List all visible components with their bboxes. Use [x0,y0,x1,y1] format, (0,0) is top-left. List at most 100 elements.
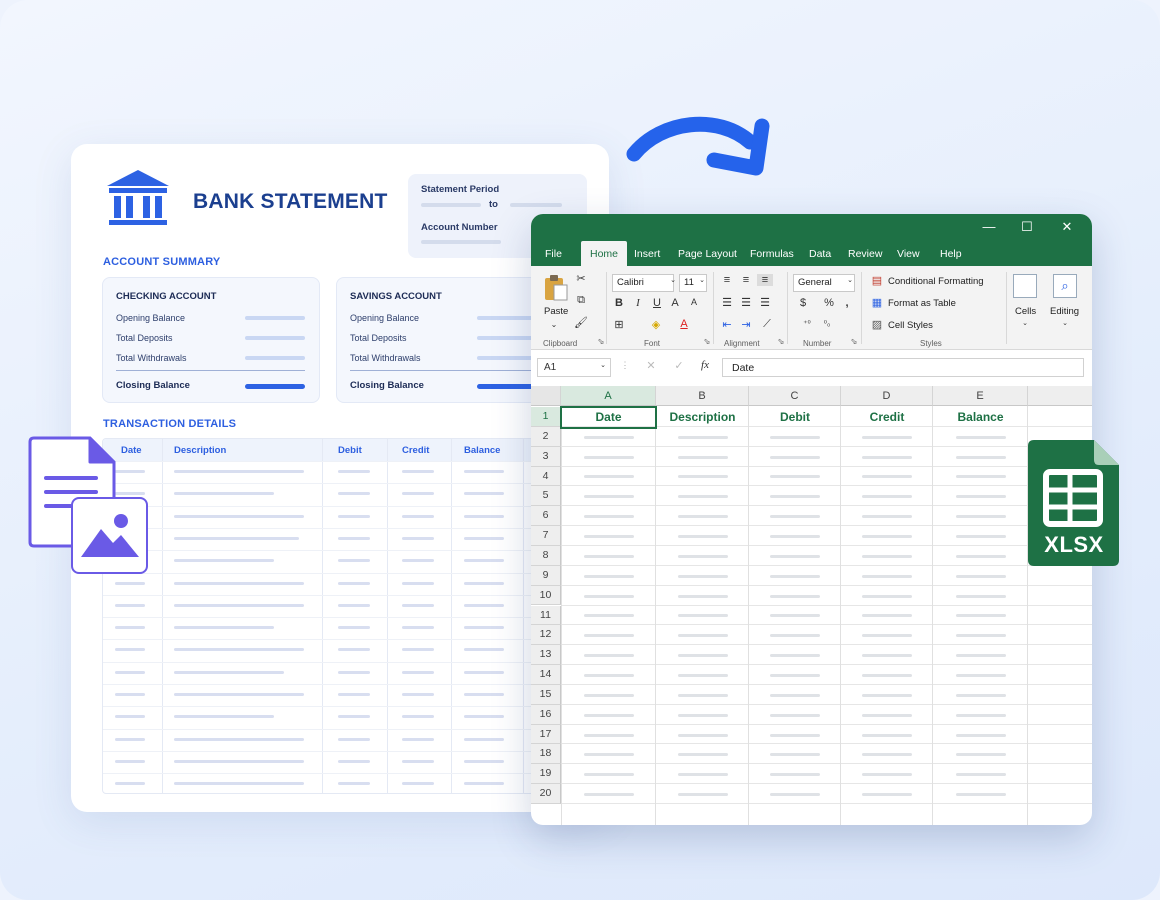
cell-placeholder[interactable] [677,673,728,677]
cell-placeholder[interactable] [955,554,1006,558]
row-header[interactable]: 1 [531,407,561,427]
cell-placeholder[interactable] [583,733,634,737]
tab-page-layout[interactable]: Page Layout [678,248,737,260]
row-header[interactable]: 11 [531,605,561,626]
cell-placeholder[interactable] [583,773,634,777]
cell-placeholder[interactable] [770,654,820,658]
comma-icon[interactable]: , [839,297,855,309]
cell-placeholder[interactable] [583,614,634,618]
decrease-indent-icon[interactable]: ⇤ [719,318,735,331]
column-header-c[interactable]: C [749,386,841,406]
cell-placeholder[interactable] [862,535,912,539]
format-painter-icon[interactable]: 🖌 [573,316,589,329]
cell-placeholder[interactable] [770,793,820,797]
cell-placeholder[interactable] [955,753,1006,757]
row-header[interactable]: 14 [531,665,561,685]
cell-placeholder[interactable] [770,614,820,618]
decrease-decimal-icon[interactable]: ⁰₀ [819,319,835,328]
cell-placeholder[interactable] [770,773,820,777]
row-header[interactable]: 7 [531,526,561,546]
align-middle-icon[interactable]: ≡ [738,274,754,286]
tab-home[interactable]: Home [581,241,628,266]
cell-e1[interactable]: Balance [933,407,1028,427]
cell-placeholder[interactable] [955,673,1006,677]
cell-placeholder[interactable] [862,733,912,737]
column-header-d[interactable]: D [841,386,933,406]
insert-function-icon[interactable]: fx [697,359,713,371]
cell-placeholder[interactable] [770,673,820,677]
cell-placeholder[interactable] [677,455,728,459]
cell-placeholder[interactable] [862,634,912,638]
number-launcher-icon[interactable]: ⬂ [846,337,862,346]
cell-placeholder[interactable] [862,475,912,479]
copy-icon[interactable]: ⧉ [573,294,589,307]
align-center-icon[interactable]: ☰ [738,296,754,309]
cell-placeholder[interactable] [955,793,1006,797]
shrink-font-icon[interactable]: A [686,297,702,307]
cell-placeholder[interactable] [677,435,728,439]
cell-placeholder[interactable] [770,515,820,519]
cell-placeholder[interactable] [955,515,1006,519]
cell-placeholder[interactable] [955,495,1006,499]
cell-placeholder[interactable] [677,693,728,697]
row-header[interactable]: 9 [531,565,561,586]
paste-button-label[interactable]: Paste [544,306,568,317]
cell-placeholder[interactable] [677,733,728,737]
cell-placeholder[interactable] [583,475,634,479]
italic-icon[interactable]: I [630,297,646,309]
column-header-f[interactable] [1028,386,1092,406]
cell-placeholder[interactable] [955,693,1006,697]
paste-dropdown-icon[interactable]: ⌄ [546,320,562,329]
cell-placeholder[interactable] [955,475,1006,479]
cell-placeholder[interactable] [955,435,1006,439]
cell-placeholder[interactable] [677,594,728,598]
cell-placeholder[interactable] [583,515,634,519]
cell-placeholder[interactable] [583,654,634,658]
cell-placeholder[interactable] [955,455,1006,459]
cell-placeholder[interactable] [862,713,912,717]
cell-placeholder[interactable] [677,515,728,519]
cell-placeholder[interactable] [677,574,728,578]
row-header[interactable]: 3 [531,446,561,467]
cell-placeholder[interactable] [862,654,912,658]
cell-placeholder[interactable] [583,693,634,697]
cell-placeholder[interactable] [862,554,912,558]
cell-placeholder[interactable] [583,435,634,439]
cell-placeholder[interactable] [770,634,820,638]
grow-font-icon[interactable]: A [667,297,683,309]
cell-placeholder[interactable] [583,455,634,459]
percent-icon[interactable]: % [821,297,837,309]
editing-dropdown-icon[interactable]: ⌄ [1057,319,1073,327]
column-header-a[interactable]: A [561,386,656,406]
cell-placeholder[interactable] [677,495,728,499]
search-icon[interactable]: ⌕ [1053,274,1077,298]
align-top-icon[interactable]: ≡ [719,274,735,286]
cell-placeholder[interactable] [955,574,1006,578]
cell-placeholder[interactable] [583,535,634,539]
cell-placeholder[interactable] [583,793,634,797]
cell-placeholder[interactable] [583,713,634,717]
format-as-table-icon[interactable]: ▦ [869,296,885,309]
confirm-entry-icon[interactable]: ✓ [671,359,687,372]
cell-placeholder[interactable] [677,793,728,797]
cell-styles-button[interactable]: Cell Styles [888,320,933,331]
name-box-dropdown-icon[interactable]: ⌄ [595,361,611,369]
cell-placeholder[interactable] [862,515,912,519]
row-header[interactable]: 13 [531,645,561,666]
cell-placeholder[interactable] [862,495,912,499]
cell-placeholder[interactable] [677,773,728,777]
cell-placeholder[interactable] [677,475,728,479]
row-header[interactable]: 8 [531,545,561,566]
align-right-icon[interactable]: ☰ [757,296,773,309]
cell-placeholder[interactable] [862,793,912,797]
cell-placeholder[interactable] [862,574,912,578]
cell-placeholder[interactable] [955,733,1006,737]
increase-decimal-icon[interactable]: ⁺⁰ [799,319,815,328]
cell-placeholder[interactable] [770,733,820,737]
cell-placeholder[interactable] [770,455,820,459]
align-left-icon[interactable]: ☰ [719,296,735,309]
font-size-dropdown-icon[interactable]: ⌄ [694,276,710,284]
align-bottom-icon[interactable]: ≡ [757,274,773,286]
cell-b1[interactable]: Description [656,407,749,427]
formula-input[interactable]: Date [722,358,1084,377]
